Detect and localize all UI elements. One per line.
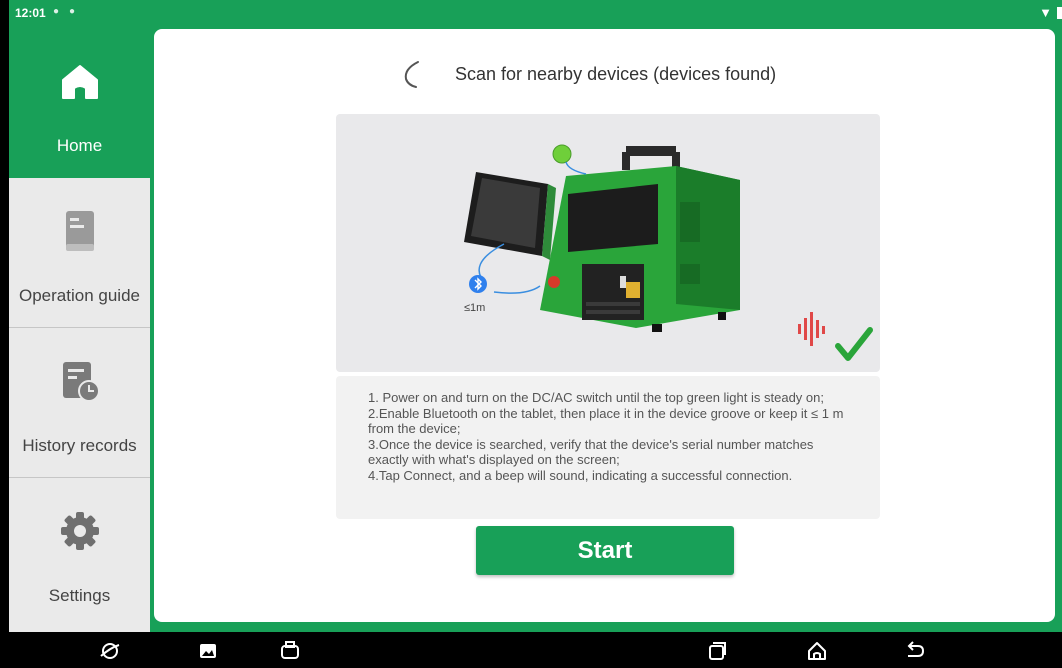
loading-spinner-icon bbox=[404, 61, 419, 88]
sidebar: Home Operation guide History records Set… bbox=[9, 28, 150, 632]
browser-icon[interactable] bbox=[99, 640, 121, 662]
gear-icon bbox=[60, 512, 99, 550]
wifi-icon: ▼ bbox=[1039, 5, 1052, 20]
sidebar-item-history-records[interactable]: History records bbox=[9, 328, 150, 478]
instruction-step: 3.Once the device is searched, verify th… bbox=[368, 436, 814, 468]
history-icon bbox=[62, 362, 100, 402]
scan-title: Scan for nearby devices (devices found) bbox=[455, 64, 777, 84]
distance-label: ≤1m bbox=[464, 302, 485, 314]
instructions-box: 1. Power on and turn on the DC/AC switch… bbox=[336, 376, 880, 519]
sidebar-item-label: Operation guide bbox=[19, 286, 140, 305]
device-illustration: ≤1m bbox=[336, 114, 880, 372]
home-icon bbox=[61, 65, 98, 99]
vci-icon[interactable] bbox=[279, 640, 301, 662]
sidebar-item-label: Home bbox=[56, 136, 103, 155]
instruction-step: 4.Tap Connect, and a beep will sound, in… bbox=[368, 467, 793, 483]
home-nav-icon[interactable] bbox=[806, 640, 828, 662]
sidebar-item-label: Settings bbox=[48, 586, 111, 605]
sidebar-item-operation-guide[interactable]: Operation guide bbox=[9, 178, 150, 328]
charger-machine-image bbox=[540, 146, 740, 332]
beep-sound-icon bbox=[798, 312, 825, 346]
system-nav-bar bbox=[9, 632, 1062, 668]
battery-icon bbox=[1057, 7, 1062, 19]
back-icon[interactable] bbox=[904, 640, 926, 662]
bluetooth-icon bbox=[469, 275, 487, 293]
notification-icon: ● bbox=[53, 6, 60, 17]
status-time: 12:01 bbox=[15, 6, 46, 20]
status-light-icon bbox=[552, 144, 572, 164]
status-bar: 12:01 ● ● ▼ bbox=[9, 0, 1062, 28]
instruction-step: 1. Power on and turn on the DC/AC switch… bbox=[368, 390, 824, 405]
sidebar-item-label: History records bbox=[22, 436, 137, 455]
book-icon bbox=[65, 211, 94, 251]
recents-icon[interactable] bbox=[706, 640, 728, 662]
sidebar-item-settings[interactable]: Settings bbox=[9, 478, 150, 632]
tablet-image bbox=[464, 172, 556, 260]
sidebar-item-home[interactable]: Home bbox=[9, 28, 150, 178]
instruction-step: 2.Enable Bluetooth on the tablet, then p… bbox=[368, 405, 844, 437]
start-button[interactable]: Start bbox=[476, 526, 734, 575]
notification-icon: ● bbox=[69, 6, 76, 17]
gallery-icon[interactable] bbox=[197, 640, 219, 662]
check-icon bbox=[835, 327, 873, 361]
